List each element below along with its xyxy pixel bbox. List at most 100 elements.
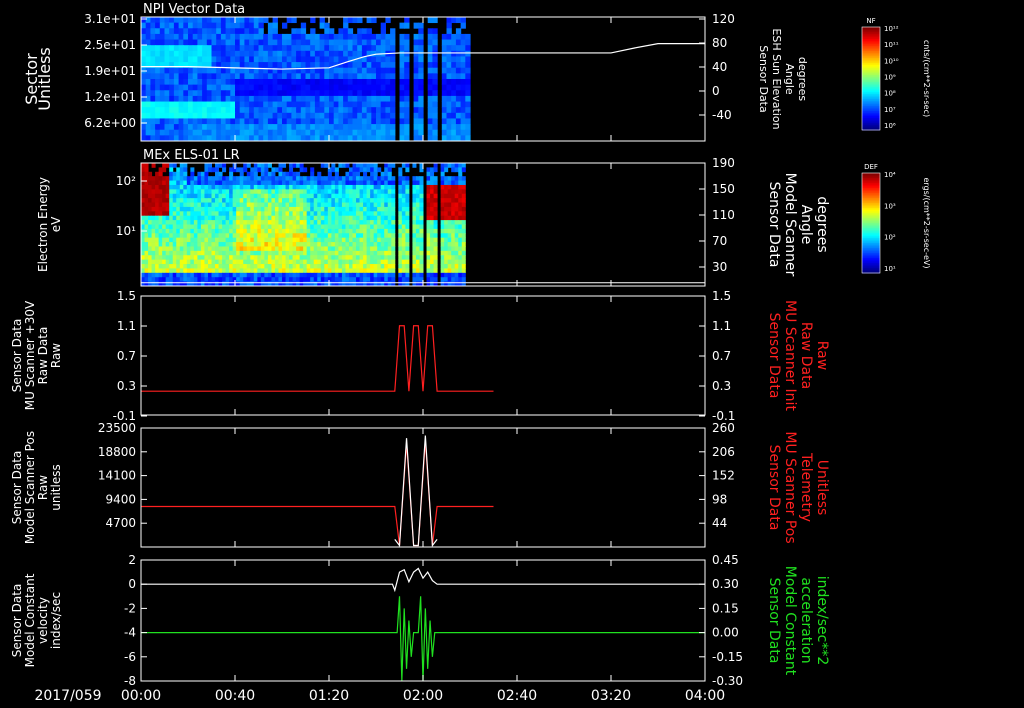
spectrogram-cell (291, 45, 297, 52)
spectrogram-cell (289, 193, 294, 199)
spectrogram-cell (289, 198, 294, 203)
spectrogram-cell (257, 224, 262, 230)
spectrogram-cell (458, 246, 463, 252)
spectrogram-cell (357, 62, 363, 69)
spectrogram-cell (141, 259, 146, 265)
spectrogram-cell (345, 272, 350, 278)
spectrogram-cell (289, 220, 294, 225)
spectrogram-cell (186, 189, 191, 195)
spectrogram-cell (211, 135, 217, 142)
spectrogram-cell (235, 112, 241, 119)
spectrogram-cell (319, 56, 325, 63)
spectrogram-cell (377, 250, 382, 256)
spectrogram-cell (348, 233, 353, 239)
spectrogram-cell (246, 202, 251, 208)
spectrogram-cell (179, 193, 184, 199)
spectrogram-cell (169, 167, 174, 173)
spectrogram-cell (260, 215, 265, 221)
spectrogram-cell (169, 39, 175, 46)
spectrogram-cell (371, 90, 377, 97)
spectrogram-cell (267, 255, 272, 261)
spectrogram-cell (455, 112, 462, 119)
spectrogram-cell (169, 176, 174, 181)
spectrogram-cell (218, 184, 223, 190)
spectrogram-cell (320, 228, 325, 234)
y-tick-label: 30 (712, 260, 727, 274)
spectrogram-cell (169, 277, 174, 283)
spectrogram-cell (430, 193, 435, 199)
spectrogram-cell (385, 135, 391, 142)
spectrogram-cell (405, 264, 410, 269)
spectrogram-cell (239, 101, 245, 108)
spectrogram-cell (317, 198, 322, 203)
spectrogram-cell (159, 62, 166, 69)
spectrogram-cell (329, 28, 335, 35)
spectrogram-cell (165, 246, 170, 252)
spectrogram-cell (141, 242, 146, 247)
spectrogram-cell (447, 237, 452, 243)
spectrogram-cell (292, 264, 297, 269)
spectrogram-cell (296, 193, 301, 199)
spectrogram-cell (363, 163, 368, 168)
spectrogram-cell (267, 39, 274, 46)
spectrogram-cell (465, 124, 471, 131)
spectrogram-cell (173, 135, 180, 142)
spectrogram-cell (451, 189, 456, 195)
spectrogram-cell (380, 233, 385, 239)
spectrogram-cell (232, 255, 237, 261)
spectrogram-cell (183, 95, 189, 102)
spectrogram-cell (192, 17, 198, 24)
spectrogram-cell (257, 202, 262, 208)
spectrogram-cell (222, 277, 227, 283)
spectrogram-cell (324, 163, 329, 168)
spectrogram-cell (141, 233, 146, 239)
spectrogram-cell (461, 193, 466, 199)
spectrogram-cell (401, 246, 406, 252)
spectrogram-cell (211, 242, 216, 247)
spectrogram-cell (173, 45, 180, 52)
spectrogram-cell (230, 118, 236, 125)
spectrogram-cell (404, 39, 410, 46)
spectrogram-cell (193, 268, 198, 274)
spectrogram-cell (173, 112, 180, 119)
spectrogram-cell (404, 17, 410, 24)
spectrogram-cell (300, 79, 307, 86)
spectrogram-cell (306, 193, 311, 199)
spectrogram-cell (376, 129, 382, 136)
spectrogram-cell (314, 95, 321, 102)
spectrogram-cell (427, 107, 433, 114)
spectrogram-cell (282, 184, 287, 190)
spectrogram-cell (159, 56, 166, 63)
spectrogram-cell (357, 84, 363, 91)
spectrogram-cell (391, 277, 396, 283)
spectrogram-cell (306, 206, 311, 212)
spectrogram-cell (310, 107, 316, 114)
spectrogram-cell (178, 95, 184, 102)
spectrogram-cell (267, 264, 272, 269)
colorbar-tick: 10² (884, 234, 896, 242)
spectrogram-cell (451, 233, 456, 239)
spectrogram-cell (144, 246, 149, 252)
spectrogram-cell (253, 250, 258, 256)
spectrogram-cell (418, 124, 424, 131)
spectrogram-cell (380, 90, 386, 97)
spectrogram-cell (225, 176, 230, 181)
spectrogram-cell (331, 250, 336, 256)
spectrogram-cell (380, 73, 386, 80)
spectrogram-cell (211, 220, 216, 225)
spectrogram-cell (359, 264, 364, 269)
x-tick-label: 02:00 (403, 688, 443, 704)
spectrogram-cell (278, 224, 283, 230)
spectrogram-cell (243, 184, 248, 190)
spectrogram-cell (225, 250, 230, 256)
spectrogram-cell (155, 202, 160, 208)
spectrogram-cell (215, 180, 220, 186)
spectrogram-cell (186, 264, 191, 269)
spectrogram-cell (292, 193, 297, 199)
spectrogram-cell (347, 62, 354, 69)
spectrogram-cell (300, 73, 307, 80)
spectrogram-cell (324, 255, 329, 261)
spectrogram-cell (306, 237, 311, 243)
spectrogram-cell (218, 202, 223, 208)
spectrogram-cell (190, 224, 195, 230)
